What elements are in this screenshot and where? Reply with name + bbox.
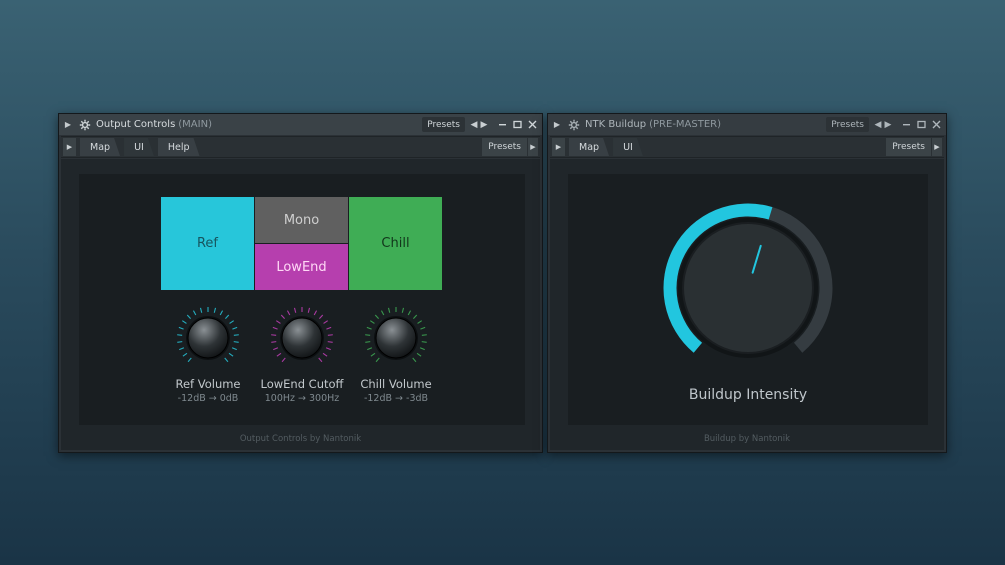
knob-face xyxy=(682,222,814,354)
chill-volume-label: Chill Volume xyxy=(360,377,432,391)
plugin-content: Buildup Intensity Buildup by Nantonik xyxy=(550,159,944,450)
buildup-intensity-label: Buildup Intensity xyxy=(688,387,808,403)
expand-arrow-icon[interactable]: ▶ xyxy=(62,120,74,129)
toolbar: ▶ Map UI Help Presets ▶ xyxy=(61,136,540,158)
window-subtitle: (MAIN) xyxy=(178,119,212,130)
close-icon[interactable] xyxy=(929,118,943,132)
presets-button[interactable]: Presets xyxy=(422,117,465,132)
chill-volume-range: -12dB → -3dB xyxy=(363,393,429,404)
window-title: NTK Buildup xyxy=(585,119,647,130)
toolbar: ▶ Map UI Presets ▶ xyxy=(550,136,944,158)
expand-arrow-icon[interactable]: ▶ xyxy=(551,120,563,129)
chill-pad[interactable]: Chill xyxy=(349,197,442,290)
plugin-panel: Ref Mono LowEnd Chill Ref Volume -12dB →… xyxy=(79,174,525,425)
minimize-icon[interactable] xyxy=(899,118,913,132)
presets-button[interactable]: Presets xyxy=(826,117,869,132)
tab-ui[interactable]: UI xyxy=(613,138,643,156)
window-title: Output Controls xyxy=(96,119,176,130)
tab-map[interactable]: Map xyxy=(569,138,609,156)
plugin-content: Ref Mono LowEnd Chill Ref Volume -12dB →… xyxy=(61,159,540,450)
toolbar-arrow-icon[interactable]: ▶ xyxy=(552,138,565,156)
maximize-icon[interactable] xyxy=(510,118,524,132)
plugin-footer: Buildup by Nantonik xyxy=(703,434,791,444)
gear-icon[interactable] xyxy=(567,118,581,132)
ref-volume-knob[interactable] xyxy=(176,306,240,370)
titlebar[interactable]: ▶ NTK Buildup (PRE-MASTER) Presets ◀ ▶ xyxy=(548,114,946,135)
buildup-intensity-knob[interactable] xyxy=(658,198,838,378)
toolbar-presets-arrow-icon[interactable]: ▶ xyxy=(932,138,942,156)
output-controls-window: ▶ Output Controls (MAIN) Presets ◀ ▶ ▶ M… xyxy=(58,113,543,453)
prev-preset-icon[interactable]: ◀ xyxy=(469,120,479,130)
tab-help[interactable]: Help xyxy=(158,138,200,156)
titlebar[interactable]: ▶ Output Controls (MAIN) Presets ◀ ▶ xyxy=(59,114,542,135)
maximize-icon[interactable] xyxy=(914,118,928,132)
chill-volume-knob[interactable] xyxy=(364,306,428,370)
toolbar-arrow-icon[interactable]: ▶ xyxy=(63,138,76,156)
toolbar-presets-button[interactable]: Presets xyxy=(482,138,527,156)
ntk-buildup-window: ▶ NTK Buildup (PRE-MASTER) Presets ◀ ▶ ▶… xyxy=(547,113,947,453)
window-subtitle: (PRE-MASTER) xyxy=(649,119,722,130)
close-icon[interactable] xyxy=(525,118,539,132)
mono-pad[interactable]: Mono xyxy=(255,197,348,243)
next-preset-icon[interactable]: ▶ xyxy=(479,120,489,130)
tab-map[interactable]: Map xyxy=(80,138,120,156)
lowend-cutoff-knob[interactable] xyxy=(270,306,334,370)
plugin-panel: Buildup Intensity xyxy=(568,174,928,425)
tab-ui[interactable]: UI xyxy=(124,138,154,156)
minimize-icon[interactable] xyxy=(495,118,509,132)
next-preset-icon[interactable]: ▶ xyxy=(883,120,893,130)
ref-pad[interactable]: Ref xyxy=(161,197,254,290)
toolbar-presets-button[interactable]: Presets xyxy=(886,138,931,156)
plugin-footer: Output Controls by Nantonik xyxy=(239,434,362,444)
lowend-pad[interactable]: LowEnd xyxy=(255,244,348,290)
gear-icon[interactable] xyxy=(78,118,92,132)
prev-preset-icon[interactable]: ◀ xyxy=(873,120,883,130)
toolbar-presets-arrow-icon[interactable]: ▶ xyxy=(528,138,538,156)
